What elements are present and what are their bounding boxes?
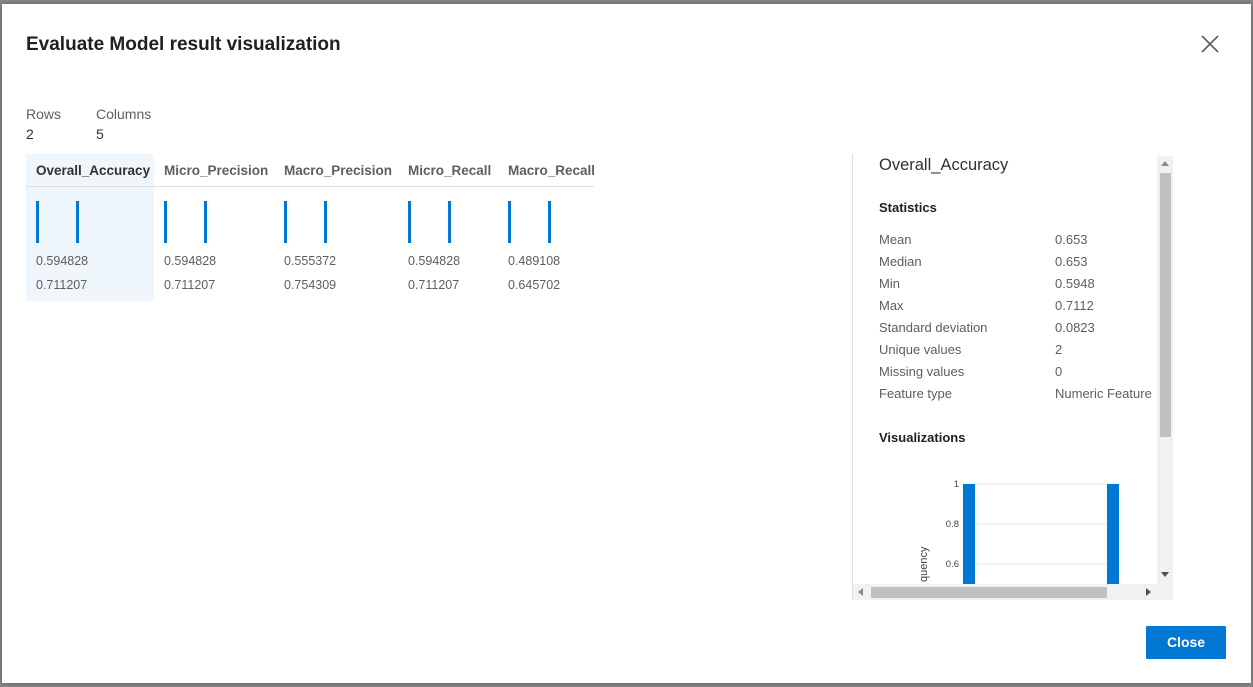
column-header[interactable]: Overall_Accuracy — [26, 154, 154, 187]
column-header[interactable]: Micro_Precision — [154, 154, 274, 187]
column-header[interactable]: Micro_Recall — [398, 154, 498, 187]
histogram-bar — [508, 201, 511, 243]
column-mini-histogram — [154, 187, 274, 245]
stat-row: Min 0.5948 — [879, 273, 1157, 295]
stat-row: Feature type Numeric Feature — [879, 383, 1157, 405]
scroll-left-arrow-icon[interactable] — [858, 588, 863, 596]
frequency-histogram: 1 0.8 0.6 quency — [918, 479, 1119, 584]
data-preview-table: Overall_Accuracy 0.594828 0.711207 Micro_Pr… — [26, 154, 595, 301]
stat-value: 2 — [1055, 342, 1063, 357]
histogram-bar — [1107, 484, 1119, 584]
close-button[interactable]: Close — [1146, 626, 1226, 659]
table-column[interactable]: Micro_Precision 0.594828 0.711207 — [154, 154, 274, 301]
panel-scroll-area: Overall_Accuracy Statistics Mean 0.653 Med… — [853, 154, 1157, 584]
stat-row: Median 0.653 — [879, 251, 1157, 273]
column-mini-histogram — [26, 187, 154, 245]
histogram-bar — [448, 201, 451, 243]
stat-label: Missing values — [879, 364, 965, 379]
table-column[interactable]: Macro_Recall 0.489108 0.645702 — [498, 154, 595, 301]
dialog-title: Evaluate Model result visualization — [26, 34, 341, 55]
table-cell: 0.489108 — [508, 254, 561, 268]
histogram-bar — [204, 201, 207, 243]
table-cell: 0.754309 — [284, 278, 337, 292]
stat-value: Numeric Feature — [1055, 386, 1152, 401]
close-icon[interactable] — [1198, 32, 1222, 56]
stat-value: 0.7112 — [1055, 298, 1094, 313]
panel-column-title: Overall_Accuracy — [879, 156, 1009, 174]
stat-row: Max 0.7112 — [879, 295, 1157, 317]
rows-label: Rows — [26, 106, 62, 122]
horizontal-scrollbar[interactable] — [853, 584, 1157, 600]
table-cell: 0.645702 — [508, 278, 561, 292]
y-axis-label: quency — [918, 546, 930, 582]
stat-label: Standard deviation — [879, 320, 988, 335]
scroll-down-arrow-icon[interactable] — [1161, 572, 1169, 577]
statistics-heading: Statistics — [879, 200, 937, 215]
table-cell: 0.711207 — [408, 278, 460, 292]
stat-label: Feature type — [879, 386, 952, 401]
stat-value: 0 — [1055, 364, 1063, 379]
column-mini-histogram — [398, 187, 498, 245]
table-cell: 0.711207 — [164, 278, 216, 292]
scroll-right-arrow-icon[interactable] — [1146, 588, 1151, 596]
stat-value: 0.5948 — [1055, 276, 1095, 291]
column-details-panel: Overall_Accuracy Statistics Mean 0.653 Med… — [852, 154, 1173, 600]
column-mini-histogram — [274, 187, 398, 245]
stat-row: Mean 0.653 — [879, 229, 1157, 251]
y-tick-label: 1 — [954, 479, 959, 490]
y-tick-label: 0.8 — [946, 519, 959, 530]
table-cell: 0.555372 — [284, 254, 337, 268]
scroll-up-arrow-icon[interactable] — [1161, 161, 1169, 166]
stat-label: Mean — [879, 232, 912, 247]
histogram-bar — [548, 201, 551, 243]
table-cell: 0.711207 — [36, 278, 88, 292]
y-tick-label: 0.6 — [946, 559, 959, 570]
stat-label: Median — [879, 254, 922, 269]
table-column[interactable]: Macro_Precision 0.555372 0.754309 — [274, 154, 398, 301]
rows-value: 2 — [26, 126, 34, 142]
stat-row: Missing values 0 — [879, 361, 1157, 383]
columns-summary: Columns 5 — [96, 104, 151, 144]
column-header[interactable]: Macro_Recall — [498, 154, 595, 187]
stat-value: 0.653 — [1055, 232, 1088, 247]
stat-row: Standard deviation 0.0823 — [879, 317, 1157, 339]
stat-label: Min — [879, 276, 900, 291]
columns-label: Columns — [96, 106, 152, 122]
column-header[interactable]: Macro_Precision — [274, 154, 398, 187]
histogram-bar — [408, 201, 411, 243]
histogram-bar — [76, 201, 79, 243]
evaluate-model-dialog: Evaluate Model result visualization Rows… — [2, 4, 1251, 683]
histogram-bar — [963, 484, 975, 584]
vertical-scroll-thumb[interactable] — [1160, 173, 1171, 437]
table-column[interactable]: Micro_Recall 0.594828 0.711207 — [398, 154, 498, 301]
stat-row: Unique values 2 — [879, 339, 1157, 361]
vertical-scrollbar[interactable] — [1157, 156, 1173, 584]
histogram-bar — [324, 201, 327, 243]
histogram-bar — [36, 201, 39, 243]
histogram-bar — [284, 201, 287, 243]
table-cell: 0.594828 — [36, 254, 89, 268]
scrollbar-corner — [1157, 584, 1173, 600]
stat-label: Max — [879, 298, 904, 313]
visualizations-heading: Visualizations — [879, 430, 966, 445]
horizontal-scroll-thumb[interactable] — [871, 587, 1107, 598]
table-column[interactable]: Overall_Accuracy 0.594828 0.711207 — [26, 154, 154, 301]
table-cell: 0.594828 — [164, 254, 217, 268]
stat-value: 0.0823 — [1055, 320, 1095, 335]
stat-value: 0.653 — [1055, 254, 1088, 269]
table-cell: 0.594828 — [408, 254, 461, 268]
rows-summary: Rows 2 — [26, 104, 61, 144]
stat-label: Unique values — [879, 342, 962, 357]
dataset-summary: Rows 2 Columns 5 — [26, 104, 151, 144]
column-mini-histogram — [498, 187, 594, 245]
columns-value: 5 — [96, 126, 104, 142]
histogram-bar — [164, 201, 167, 243]
